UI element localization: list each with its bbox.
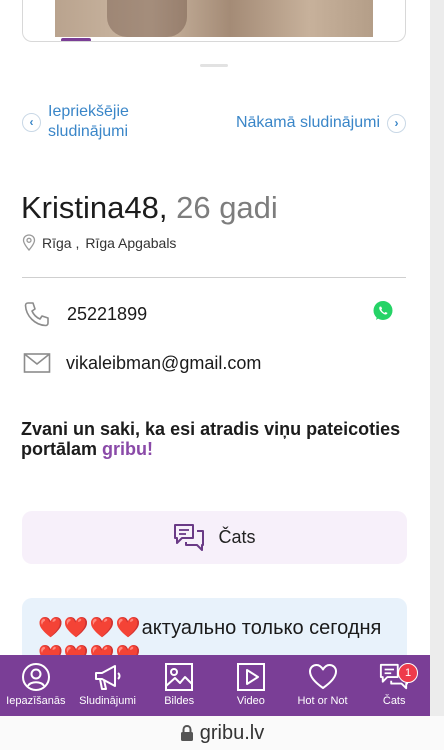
next-listing-label: Nākamā sludinājumi: [235, 114, 380, 131]
location-region: Rīga Apgabals: [85, 234, 177, 251]
email-address[interactable]: vikaleibman@gmail.com: [66, 353, 261, 374]
tab-label: Sludinājumi: [79, 695, 136, 707]
divider: [22, 277, 406, 278]
call-promo-text: Zvani un saki, ka esi atradis viņu patei…: [21, 419, 401, 459]
bottom-tab-bar: Iepazīšanās Sludinājumi Bildes Video Hot…: [0, 655, 430, 716]
chat-notification-badge: 1: [398, 663, 419, 683]
video-icon: [236, 663, 265, 691]
location-pin-icon: [22, 234, 36, 251]
tab-video[interactable]: Video: [215, 655, 287, 716]
previous-listing-label: Iepriekšējie sludinājumi: [48, 103, 129, 140]
drag-handle: [200, 64, 228, 67]
tab-label: Iepazīšanās: [6, 695, 66, 707]
user-icon: [21, 663, 50, 691]
next-listing-link[interactable]: Nākamā sludinājumi ›: [236, 113, 406, 133]
scrollbar-track[interactable]: [430, 0, 444, 716]
mail-icon: [23, 353, 51, 373]
heart-icon: [308, 664, 337, 689]
phone-row[interactable]: 25221899: [22, 300, 147, 328]
browser-url-bar[interactable]: gribu.lv: [0, 716, 444, 750]
chevron-right-icon: ›: [387, 113, 406, 133]
tab-iepazisanas[interactable]: Iepazīšanās: [0, 655, 72, 716]
previous-listing-link[interactable]: ‹ Iepriekšējie sludinājumi: [22, 102, 158, 142]
chat-icon: [174, 523, 205, 551]
message-text: актуально только сегодня: [141, 617, 382, 639]
promo-brand-link[interactable]: gribu!: [102, 439, 153, 459]
megaphone-icon: [94, 665, 120, 690]
chat-button[interactable]: Čats: [22, 511, 407, 564]
tab-bildes[interactable]: Bildes: [143, 655, 215, 716]
lock-icon: [180, 724, 193, 741]
profile-name: Kristina48,: [21, 190, 168, 225]
tab-cats[interactable]: Čats 1: [358, 655, 430, 716]
tab-label: Čats: [382, 695, 406, 707]
location-city: Rīga ,: [42, 234, 80, 251]
profile-location: Rīga , Rīga Apgabals: [22, 234, 176, 251]
chevron-left-icon: ‹: [22, 112, 41, 132]
tab-sludinajumi[interactable]: Sludinājumi: [72, 655, 144, 716]
tab-hot-or-not[interactable]: Hot or Not: [287, 655, 359, 716]
browser-url: gribu.lv: [199, 721, 265, 744]
tab-label: Bildes: [164, 695, 195, 707]
phone-number[interactable]: 25221899: [67, 304, 147, 325]
email-row[interactable]: vikaleibman@gmail.com: [22, 352, 261, 374]
hearts-start: ❤️❤️❤️❤️: [38, 617, 142, 639]
profile-title: Kristina48, 26 gadi: [21, 190, 278, 226]
profile-photo[interactable]: [55, 0, 373, 37]
promo-text: Zvani un saki, ka esi atradis viņu patei…: [21, 419, 401, 459]
tab-label: Video: [236, 695, 265, 707]
photo-gallery[interactable]: [22, 0, 406, 42]
chat-button-label: Čats: [218, 527, 256, 547]
profile-age: 26 gadi: [176, 190, 278, 225]
tab-label: Hot or Not: [297, 695, 348, 707]
whatsapp-icon[interactable]: [372, 300, 394, 322]
gallery-indicator-active: [61, 38, 91, 41]
image-icon: [165, 663, 194, 691]
phone-icon: [24, 302, 49, 327]
